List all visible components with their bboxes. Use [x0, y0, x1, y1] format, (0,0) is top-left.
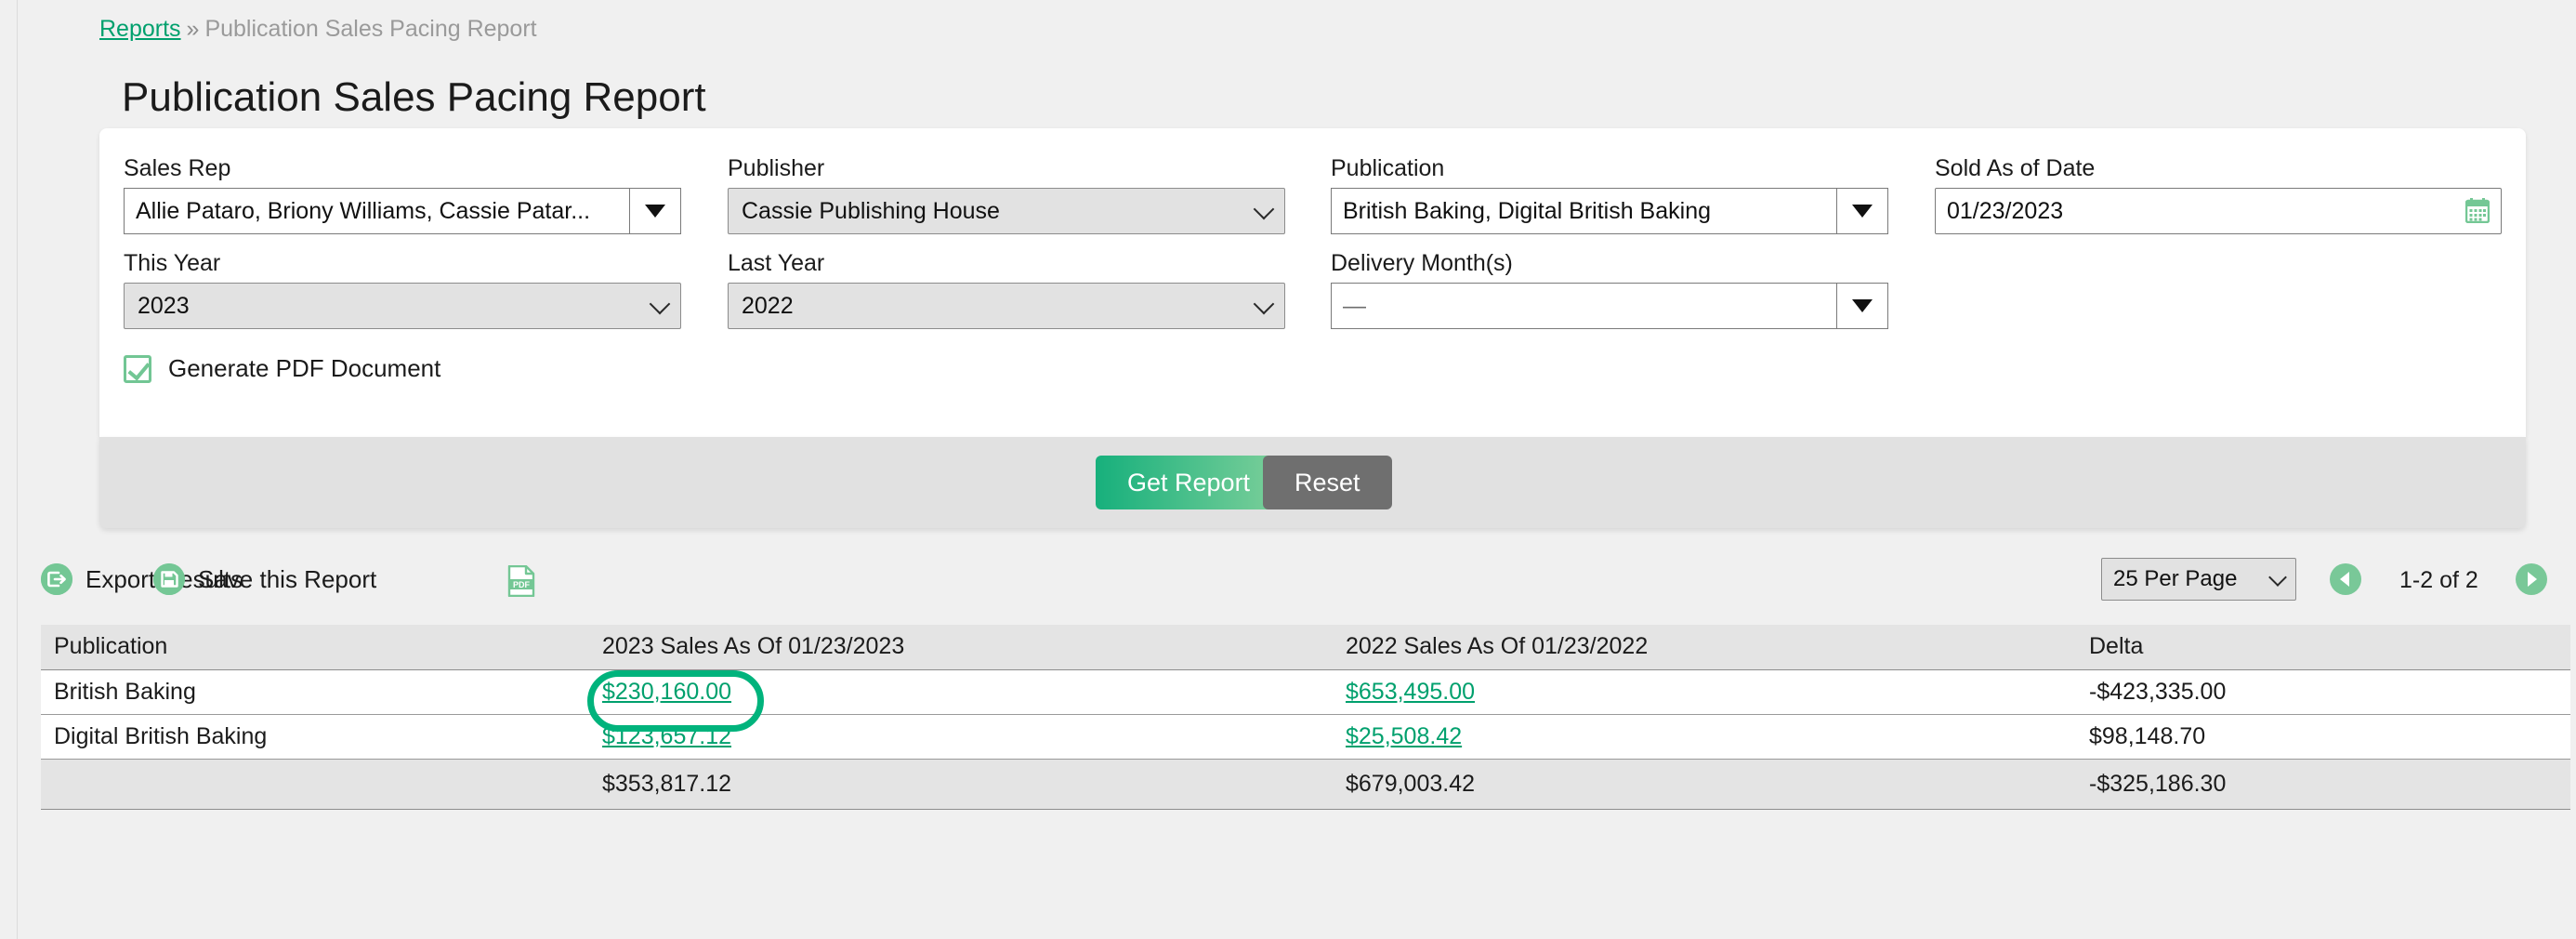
chevron-down-icon	[650, 294, 671, 315]
caret-down-icon[interactable]	[1836, 188, 1888, 234]
get-report-button[interactable]: Get Report	[1096, 456, 1281, 509]
cell-current-sales: $230,160.00	[589, 669, 1333, 714]
cell-delta: -$423,335.00	[2076, 669, 2570, 714]
delivery-months-value[interactable]: —	[1331, 283, 1836, 329]
this-year-value: 2023	[138, 293, 190, 320]
per-page-select[interactable]: 25 Per Page	[2101, 558, 2296, 601]
publication-value[interactable]: British Baking, Digital British Baking	[1331, 188, 1836, 234]
previous-page-button[interactable]	[2330, 563, 2361, 595]
sold-as-of-date-value: 01/23/2023	[1947, 198, 2063, 225]
column-header-publication[interactable]: Publication	[41, 625, 589, 669]
caret-down-icon[interactable]	[1836, 283, 1888, 329]
generate-pdf-checkbox[interactable]	[124, 355, 151, 383]
cell-current-sales: $123,657.12	[589, 714, 1333, 759]
chevron-down-icon	[2268, 568, 2287, 587]
chevron-down-icon	[1254, 294, 1275, 315]
reset-button[interactable]: Reset	[1263, 456, 1392, 509]
calendar-icon[interactable]	[2465, 198, 2490, 223]
field-delivery-months: Delivery Month(s) —	[1331, 249, 1888, 329]
last-year-select[interactable]: 2022	[728, 283, 1285, 329]
report-page: Reports»Publication Sales Pacing Report …	[17, 0, 2576, 939]
filter-card: Sales Rep Allie Pataro, Briony Williams,…	[99, 128, 2526, 437]
this-year-select[interactable]: 2023	[124, 283, 681, 329]
generate-pdf-checkbox-row[interactable]: Generate PDF Document	[124, 354, 440, 383]
export-icon	[41, 563, 72, 595]
sales-rep-label: Sales Rep	[124, 154, 681, 182]
current-sales-link[interactable]: $123,657.12	[602, 723, 731, 749]
caret-down-icon[interactable]	[629, 188, 681, 234]
breadcrumb: Reports»Publication Sales Pacing Report	[99, 15, 537, 43]
page-title: Publication Sales Pacing Report	[122, 73, 706, 122]
field-last-year: Last Year 2022	[728, 249, 1285, 329]
floppy-disk-icon	[153, 563, 185, 595]
generate-pdf-label: Generate PDF Document	[168, 354, 440, 383]
cell-delta: $98,148.70	[2076, 714, 2570, 759]
results-toolbar: Export Results Save this Report PDF 25 P…	[18, 556, 2576, 614]
publisher-label: Publisher	[728, 154, 1285, 182]
last-year-value: 2022	[742, 293, 794, 320]
column-header-current-sales[interactable]: 2023 Sales As Of 01/23/2023	[589, 625, 1333, 669]
publication-multiselect[interactable]: British Baking, Digital British Baking	[1331, 188, 1888, 234]
previous-sales-link[interactable]: $653,495.00	[1346, 679, 1475, 705]
chevron-down-icon	[1254, 199, 1275, 220]
caret-left-icon	[2340, 572, 2349, 587]
previous-sales-link[interactable]: $25,508.42	[1346, 723, 1462, 749]
breadcrumb-link-reports[interactable]: Reports	[99, 16, 181, 42]
filter-card-footer: Get Report Reset	[99, 437, 2526, 528]
column-header-previous-sales[interactable]: 2022 Sales As Of 01/23/2022	[1333, 625, 2076, 669]
delivery-months-label: Delivery Month(s)	[1331, 249, 1888, 277]
publisher-select[interactable]: Cassie Publishing House	[728, 188, 1285, 234]
cell-previous-sales: $25,508.42	[1333, 714, 2076, 759]
results-table: Publication 2023 Sales As Of 01/23/2023 …	[41, 625, 2570, 810]
save-report-button[interactable]: Save this Report	[153, 563, 376, 595]
field-this-year: This Year 2023	[124, 249, 681, 329]
table-row: Digital British Baking $123,657.12 $25,5…	[41, 714, 2570, 759]
table-header-row: Publication 2023 Sales As Of 01/23/2023 …	[41, 625, 2570, 669]
current-sales-link[interactable]: $230,160.00	[602, 679, 731, 705]
delivery-months-multiselect[interactable]: —	[1331, 283, 1888, 329]
field-sales-rep: Sales Rep Allie Pataro, Briony Williams,…	[124, 154, 681, 234]
table-totals-row: $353,817.12 $679,003.42 -$325,186.30	[41, 759, 2570, 809]
sold-as-of-date-label: Sold As of Date	[1935, 154, 2502, 182]
totals-label	[41, 759, 589, 809]
this-year-label: This Year	[124, 249, 681, 277]
field-publication: Publication British Baking, Digital Brit…	[1331, 154, 1888, 234]
table-row: British Baking $230,160.00 $653,495.00 -…	[41, 669, 2570, 714]
svg-text:PDF: PDF	[513, 580, 531, 589]
page-range-label: 1-2 of 2	[2399, 567, 2478, 594]
save-report-label: Save this Report	[198, 565, 376, 594]
breadcrumb-current: Publication Sales Pacing Report	[204, 16, 536, 42]
breadcrumb-separator: »	[187, 16, 200, 42]
next-page-button[interactable]	[2516, 563, 2547, 595]
totals-current-sales: $353,817.12	[589, 759, 1333, 809]
field-publisher: Publisher Cassie Publishing House	[728, 154, 1285, 234]
sales-rep-value[interactable]: Allie Pataro, Briony Williams, Cassie Pa…	[124, 188, 629, 234]
totals-previous-sales: $679,003.42	[1333, 759, 2076, 809]
pdf-file-icon[interactable]: PDF	[507, 565, 535, 597]
publisher-value: Cassie Publishing House	[742, 198, 1000, 225]
cell-previous-sales: $653,495.00	[1333, 669, 2076, 714]
cell-publication: Digital British Baking	[41, 714, 589, 759]
publication-label: Publication	[1331, 154, 1888, 182]
last-year-label: Last Year	[728, 249, 1285, 277]
sold-as-of-date-input[interactable]: 01/23/2023	[1935, 188, 2502, 234]
totals-delta: -$325,186.30	[2076, 759, 2570, 809]
column-header-delta[interactable]: Delta	[2076, 625, 2570, 669]
field-sold-as-of-date: Sold As of Date 01/23/2023	[1935, 154, 2502, 234]
cell-publication: British Baking	[41, 669, 589, 714]
sales-rep-multiselect[interactable]: Allie Pataro, Briony Williams, Cassie Pa…	[124, 188, 681, 234]
per-page-value: 25 Per Page	[2113, 566, 2237, 592]
caret-right-icon	[2528, 572, 2537, 587]
